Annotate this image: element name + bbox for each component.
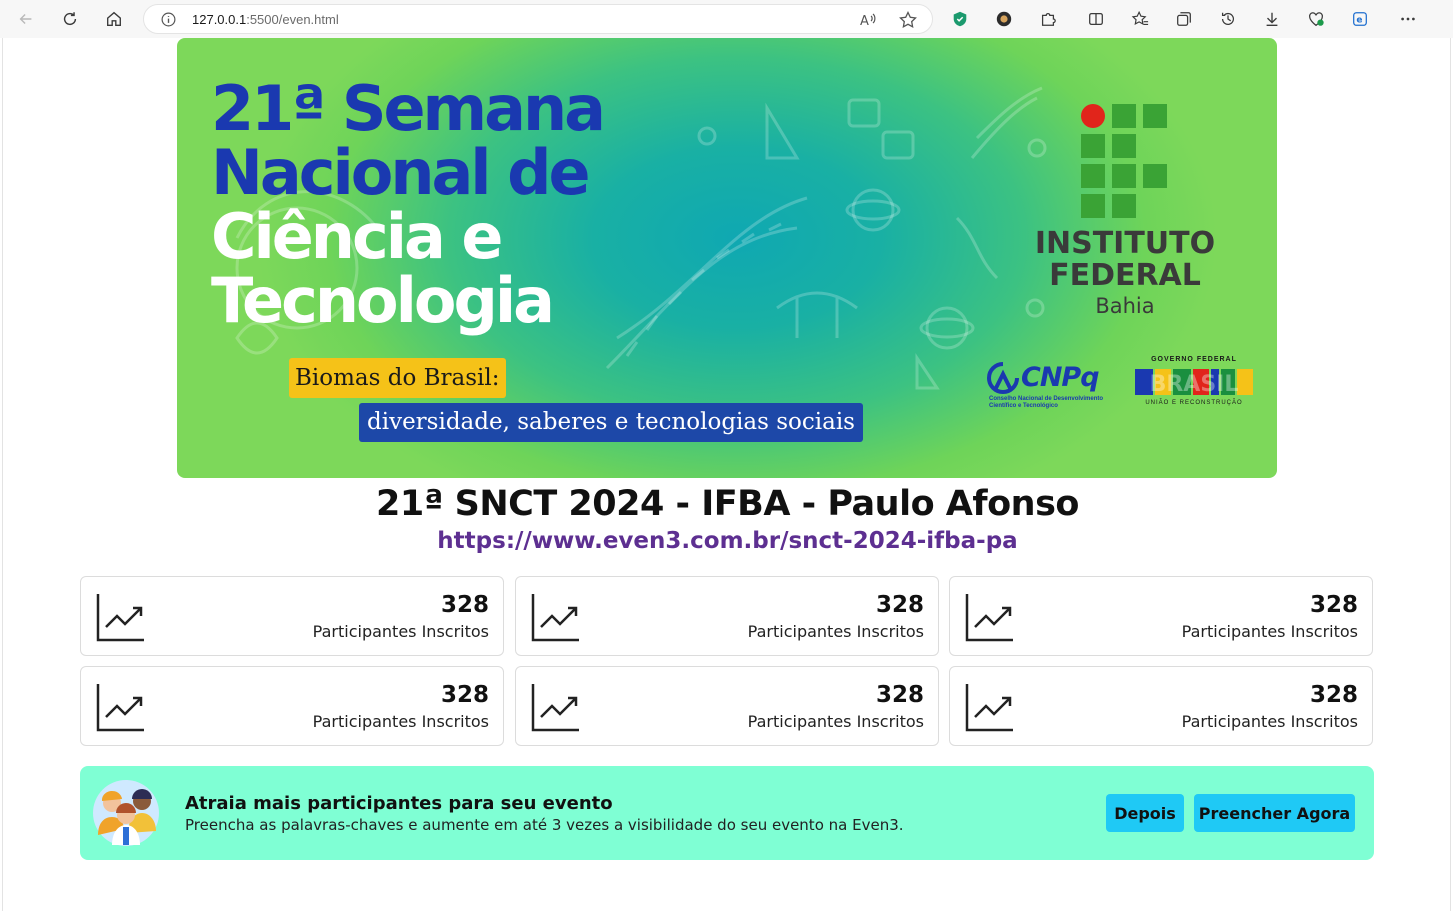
svg-text:e: e (1356, 16, 1362, 26)
downloads-button[interactable] (1258, 5, 1286, 33)
stat-label: Participantes Inscritos (312, 712, 489, 731)
stat-card: 328 Participantes Inscritos (949, 576, 1373, 656)
url-host: 127.0.0.1 (192, 12, 247, 27)
cnpq-subtitle: Conselho Nacional de Desenvolvimento Cie… (989, 396, 1104, 409)
banner-subtheme-tag: diversidade, saberes e tecnologias socia… (359, 403, 863, 442)
institute-name-line-1: INSTITUTO (1034, 226, 1216, 261)
cnpq-logo: CNPq Conselho Nacional de Desenvolviment… (985, 358, 1111, 414)
banner-line-1: 21ª Semana (211, 72, 606, 145)
browser-toolbar: 127.0.0.1:5500/even.html A e (0, 0, 1453, 38)
banner-line-4: Tecnologia (211, 264, 555, 337)
stat-label: Participantes Inscritos (1181, 712, 1358, 731)
trending-up-icon (531, 684, 579, 732)
stat-value: 328 (440, 682, 489, 708)
banner-line-2: Nacional de (211, 136, 591, 209)
fill-now-button[interactable]: Preencher Agora (1194, 794, 1355, 832)
stat-label: Participantes Inscritos (1181, 622, 1358, 641)
gov-federal-sub: UNIÃO E RECONSTRUÇÃO (1145, 400, 1243, 406)
stat-label: Participantes Inscritos (747, 622, 924, 641)
gov-federal-logo: GOVERNO FEDERAL BRASIL UNIÃO E RECONSTRU… (1135, 356, 1255, 412)
reload-button[interactable] (56, 5, 84, 33)
url-path: :5500/even.html (246, 12, 339, 27)
event-banner: 21ª Semana Nacional de Ciência e Tecnolo… (177, 38, 1277, 478)
stat-card: 328 Participantes Inscritos (515, 576, 939, 656)
stat-label: Participantes Inscritos (747, 712, 924, 731)
stat-card: 328 Participantes Inscritos (515, 666, 939, 746)
extension-shield-button[interactable] (946, 5, 974, 33)
later-button[interactable]: Depois (1106, 794, 1184, 832)
split-screen-button[interactable] (1082, 5, 1110, 33)
cnpq-name: CNPq (1021, 362, 1100, 393)
home-icon (107, 11, 121, 26)
address-bar[interactable]: 127.0.0.1:5500/even.html A (143, 4, 933, 34)
url-text[interactable]: 127.0.0.1:5500/even.html (192, 12, 339, 27)
star-icon[interactable] (898, 10, 918, 30)
trending-up-icon (965, 594, 1013, 642)
read-aloud-icon[interactable]: A (858, 10, 878, 30)
stat-label: Participantes Inscritos (312, 622, 489, 641)
people-group-icon (93, 780, 159, 846)
download-icon (1266, 12, 1278, 26)
promo-title: Atraia mais participantes para seu event… (185, 793, 613, 814)
cnpq-emblem-icon (987, 362, 1019, 394)
event-title: 21ª SNCT 2024 - IFBA - Paulo Afonso (376, 484, 1079, 524)
heart-pulse-icon (1309, 12, 1324, 27)
stat-value: 328 (875, 592, 924, 618)
trending-up-icon (965, 684, 1013, 732)
favorites-icon (1131, 10, 1149, 26)
page-content: 21ª Semana Nacional de Ciência e Tecnolo… (2, 38, 1451, 911)
extension-avatar-button[interactable] (990, 5, 1018, 33)
reload-icon (63, 12, 77, 26)
stat-value: 328 (1309, 682, 1358, 708)
stat-card: 328 Participantes Inscritos (80, 666, 504, 746)
trending-up-icon (531, 594, 579, 642)
trending-up-icon (96, 594, 144, 642)
extension-avatar-icon (996, 11, 1012, 27)
favorites-button[interactable] (1126, 5, 1154, 33)
promo-text: Preencha as palavras-chaves e aumente em… (185, 816, 904, 834)
arrow-left-icon (19, 13, 32, 25)
stat-card: 328 Participantes Inscritos (949, 666, 1373, 746)
banner-theme-tag: Biomas do Brasil: (289, 358, 506, 398)
trending-up-icon (96, 684, 144, 732)
shield-icon (953, 11, 967, 27)
info-icon[interactable] (160, 11, 177, 28)
brasil-wordmark-text: BRASIL (1150, 372, 1239, 397)
puzzle-icon (1041, 12, 1056, 26)
home-button[interactable] (100, 5, 128, 33)
institute-name-line-2: FEDERAL (1049, 258, 1201, 293)
brasil-wordmark: BRASIL (1135, 369, 1253, 397)
history-icon (1221, 12, 1235, 25)
institute-name-line-3: Bahia (1095, 294, 1155, 318)
promo-banner: Atraia mais participantes para seu event… (80, 766, 1374, 860)
stat-value: 328 (875, 682, 924, 708)
more-icon (1401, 17, 1415, 21)
split-screen-icon (1089, 12, 1103, 26)
edge-button[interactable]: e (1346, 5, 1374, 33)
extensions-button[interactable] (1034, 5, 1062, 33)
gov-federal-top: GOVERNO FEDERAL (1151, 356, 1237, 363)
stat-value: 328 (440, 592, 489, 618)
collections-icon (1177, 12, 1191, 26)
collections-button[interactable] (1170, 5, 1198, 33)
performance-button[interactable] (1302, 5, 1330, 33)
stat-value: 328 (1309, 592, 1358, 618)
event-url-link[interactable]: https://www.even3.com.br/snct-2024-ifba-… (3, 528, 1452, 554)
if-logo-icon (1081, 104, 1167, 218)
banner-line-3: Ciência e (211, 200, 503, 273)
back-button[interactable] (12, 5, 40, 33)
history-button[interactable] (1214, 5, 1242, 33)
edge-icon: e (1353, 12, 1367, 26)
svg-text:A: A (860, 14, 869, 29)
stat-card: 328 Participantes Inscritos (80, 576, 504, 656)
more-button[interactable] (1394, 5, 1422, 33)
